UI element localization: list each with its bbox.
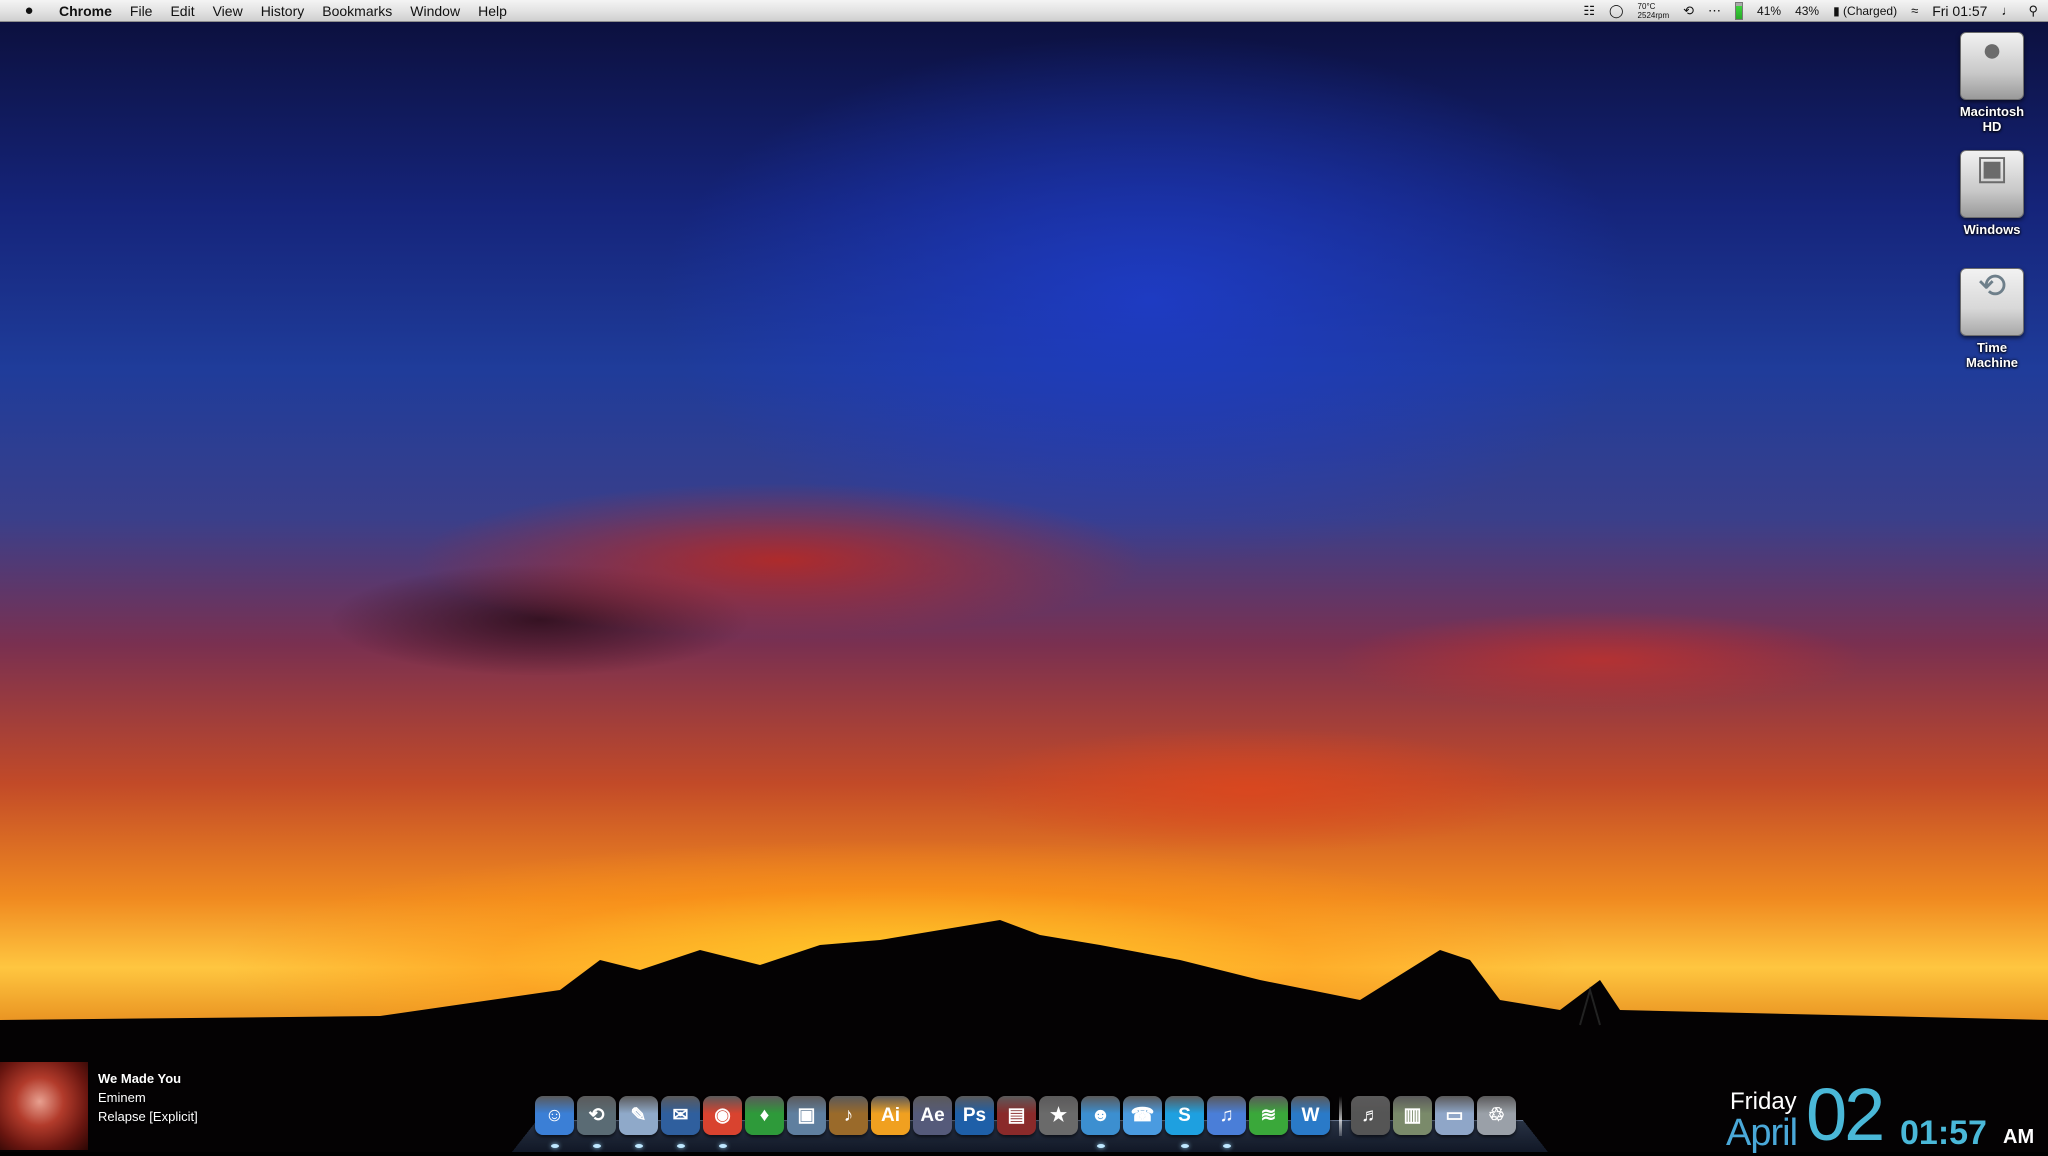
desktop-icon-time-machine[interactable]: ⟲ Time Machine (1942, 268, 2042, 370)
date-time-widget: Friday April 02 01:57 AM (1720, 1078, 2042, 1155)
wifi-icon[interactable]: ≈ (1911, 0, 1918, 22)
album-art[interactable] (0, 1062, 88, 1150)
skype-icon[interactable]: S (1165, 1096, 1204, 1148)
finder-icon[interactable]: ☺ (535, 1096, 574, 1148)
hard-drive-icon: ▣ (1960, 150, 2024, 218)
music-folder-icon[interactable]: ♬ (1351, 1096, 1390, 1135)
sims-icon[interactable]: ♦ (745, 1096, 784, 1135)
ichat-icon[interactable]: ☎ (1123, 1096, 1162, 1135)
apple-menu-icon[interactable]: ● (18, 2, 40, 19)
desktop-icon-label: Windows (1963, 222, 2021, 237)
menu-clock[interactable]: Fri 01:57 (1932, 3, 1987, 19)
dock: ☺ ⟲ ✎ ✉ ◉ ♦ ▣ ♪ Ai Ae Ps ▤ ★ ☻ ☎ S ♫ ≋ W ♬ ▥ ▭ ♲ (535, 1096, 1516, 1148)
desktop-icon-label: Machine (1965, 355, 2018, 370)
battery-icon: ▮ (1833, 4, 1840, 18)
desktop-icon-macintosh-hd[interactable]: ● Macintosh HD (1942, 32, 2042, 134)
thunderbird-icon[interactable]: ✉ (661, 1096, 700, 1148)
time-machine-menu-icon[interactable]: ⟲ (1683, 0, 1694, 22)
battery-status[interactable]: ▮ (Charged) (1833, 4, 1897, 18)
itunes-icon[interactable]: ♫ (1207, 1096, 1246, 1148)
chrome-icon[interactable]: ◉ (703, 1096, 742, 1148)
menu-bar: ● Chrome File Edit View History Bookmark… (0, 0, 2048, 22)
time-label: 01:57 (1900, 1114, 1987, 1152)
spotify-icon[interactable]: ≋ (1249, 1096, 1288, 1135)
downloads-folder-icon[interactable]: ▭ (1435, 1096, 1474, 1135)
menu-window[interactable]: Window (401, 0, 469, 22)
menu-file[interactable]: File (121, 0, 162, 22)
trash-icon[interactable]: ♲ (1477, 1096, 1516, 1135)
track-title: We Made You (98, 1071, 182, 1086)
desktop-icon-windows[interactable]: ▣ Windows (1942, 150, 2042, 237)
after-effects-icon[interactable]: Ae (913, 1096, 952, 1135)
garageband-icon[interactable]: ♪ (829, 1096, 868, 1135)
temperature-monitor[interactable]: 70°C 2524rpm (1638, 2, 1670, 20)
preview-icon[interactable]: ✎ (619, 1096, 658, 1148)
word-icon[interactable]: W (1291, 1096, 1330, 1135)
document-icon[interactable]: ▥ (1393, 1096, 1432, 1135)
apple-drive-icon: ● (1960, 32, 2024, 100)
cpu-usage-1[interactable]: 41% (1757, 4, 1781, 18)
now-playing-widget: We Made You Eminem Relapse [Explicit] (0, 1062, 260, 1150)
menu-bookmarks[interactable]: Bookmarks (313, 0, 401, 22)
spotlight-search-icon[interactable]: ⚲ (2028, 0, 2038, 22)
track-album: Relapse [Explicit] (98, 1109, 198, 1124)
volume-icon[interactable]: ♩ (2001, 0, 2014, 22)
desktop-icon-label: Time (1976, 340, 2008, 355)
dock-separator (1339, 1096, 1342, 1136)
menu-app-chrome[interactable]: Chrome (50, 0, 121, 22)
date-number: 02 (1806, 1073, 1885, 1156)
battery-label: (Charged) (1843, 4, 1898, 18)
desktop-icon-label: Macintosh (1959, 104, 2025, 119)
ampm-label: AM (2003, 1126, 2035, 1148)
messenger-icon[interactable]: ☻ (1081, 1096, 1120, 1148)
menu-help[interactable]: Help (469, 0, 516, 22)
fan-speed-value: 2524rpm (1637, 11, 1670, 20)
track-artist: Eminem (98, 1090, 146, 1105)
menu-edit[interactable]: Edit (161, 0, 203, 22)
final-cut-icon[interactable]: ▤ (997, 1096, 1036, 1135)
imovie-icon[interactable]: ★ (1039, 1096, 1078, 1135)
cpu-usage-2[interactable]: 43% (1795, 4, 1819, 18)
illustrator-icon[interactable]: Ai (871, 1096, 910, 1135)
temperature-value: 70°C (1637, 2, 1656, 11)
time-machine-icon[interactable]: ⟲ (577, 1096, 616, 1148)
photoshop-icon[interactable]: Ps (955, 1096, 994, 1135)
iphoto-icon[interactable]: ▣ (787, 1096, 826, 1135)
month-label: April (1726, 1112, 1798, 1154)
desktop-icon-label: HD (1982, 119, 2002, 134)
sync-icon[interactable]: ◯ (1609, 0, 1624, 22)
menu-history[interactable]: History (252, 0, 314, 22)
menu-view[interactable]: View (204, 0, 252, 22)
cpu-meter[interactable] (1735, 2, 1744, 20)
growl-icon[interactable]: ☷ (1583, 0, 1595, 22)
time-machine-drive-icon: ⟲ (1960, 268, 2024, 336)
bluetooth-icon[interactable]: ⋯ (1708, 0, 1721, 22)
